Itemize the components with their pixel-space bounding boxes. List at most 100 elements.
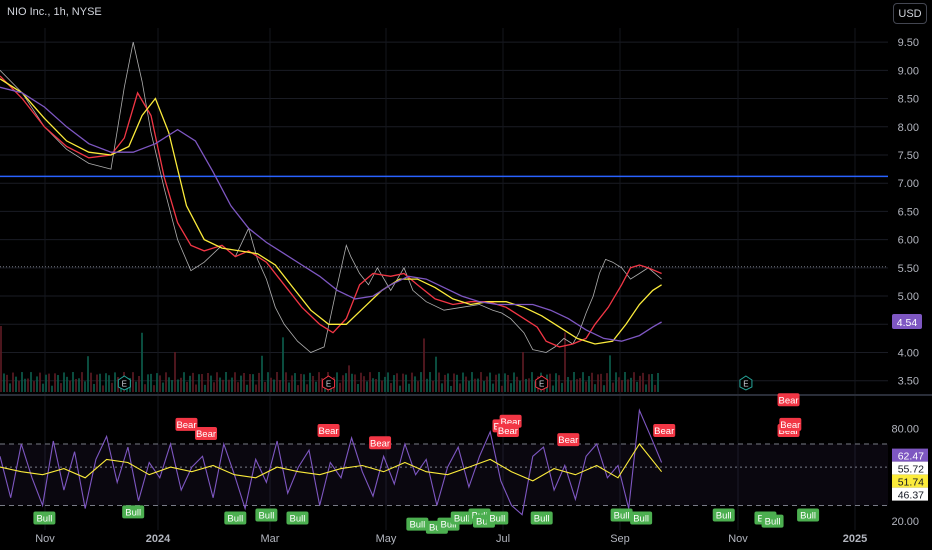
volume-bar: [423, 338, 425, 392]
currency-button[interactable]: USD: [893, 3, 927, 24]
signal-text: Bull: [765, 517, 781, 528]
volume-bar: [588, 376, 590, 392]
time-axis-tick: Jul: [496, 533, 510, 545]
signal-text: Bull: [290, 514, 306, 525]
rsi-value-text: 55.72: [898, 464, 924, 476]
volume-bar: [12, 372, 14, 392]
volume-bar: [216, 372, 218, 392]
volume-bar: [162, 382, 164, 392]
price-axis-tick: 3.50: [898, 376, 919, 388]
volume-bar: [102, 385, 104, 392]
volume-bar: [570, 380, 572, 392]
bear-signal-label: Bear: [369, 436, 392, 450]
signal-text: Bear: [654, 426, 674, 437]
bear-signal-label: Bear: [317, 423, 340, 437]
volume-bar: [474, 378, 476, 392]
volume-bar: [42, 383, 44, 392]
volume-bar: [393, 375, 395, 392]
volume-bar: [408, 383, 410, 392]
volume-bar: [504, 373, 506, 392]
signal-text: Bull: [258, 510, 274, 521]
volume-bar: [456, 374, 458, 392]
volume-bar: [645, 384, 647, 392]
rsi-axis-tick: 20.00: [891, 516, 919, 528]
volume-bar: [351, 373, 353, 392]
volume-bar: [252, 374, 254, 392]
volume-bar: [405, 374, 407, 392]
volume-bar: [444, 374, 446, 392]
volume-bar: [594, 384, 596, 392]
volume-bar: [225, 372, 227, 392]
volume-bar: [261, 355, 263, 392]
volume-bar: [246, 384, 248, 392]
volume-bar: [210, 375, 212, 392]
price-axis-tick: 7.00: [898, 178, 919, 190]
volume-bar: [531, 372, 533, 392]
volume-bar: [651, 373, 653, 392]
volume-bar: [234, 372, 236, 392]
volume-bar: [303, 374, 305, 392]
volume-bar: [309, 372, 311, 392]
bull-signal-label: Bull: [122, 505, 145, 519]
signal-text: Bull: [409, 520, 425, 531]
time-axis-tick: May: [376, 533, 397, 545]
price-axis-tick: 8.00: [898, 122, 919, 134]
volume-bar: [657, 373, 659, 392]
volume-bar: [654, 384, 656, 392]
volume-bar: [90, 372, 92, 392]
time-axis-tick: Mar: [261, 533, 280, 545]
volume-bar: [429, 372, 431, 392]
volume-bar: [591, 372, 593, 392]
signal-text: Bear: [779, 395, 799, 406]
signal-text: Bull: [716, 510, 732, 521]
volume-bar: [189, 375, 191, 392]
volume-bar: [315, 381, 317, 392]
earnings-marker-label: E: [122, 380, 127, 389]
price-last-value-text: 4.54: [897, 317, 918, 329]
volume-bar: [432, 380, 434, 392]
volume-bar: [6, 374, 8, 392]
volume-bar: [87, 356, 89, 392]
volume-bar: [243, 372, 245, 392]
volume-bar: [483, 381, 485, 392]
bear-signal-label: Bear: [777, 393, 800, 407]
chart-canvas[interactable]: E E E E 9.50 9.00 8.50 8.00 7.50 7.00 6.50 6.00 5.50…: [0, 0, 932, 550]
volume-bar: [468, 380, 470, 392]
volume-bar: [489, 372, 491, 392]
volume-bar: [258, 372, 260, 392]
volume-bar: [579, 378, 581, 392]
bear-signal-label: Bear: [175, 417, 198, 431]
volume-bar: [36, 376, 38, 392]
volume-bar: [312, 375, 314, 392]
volume-bar: [273, 379, 275, 392]
volume-bar: [567, 377, 569, 392]
volume-bar: [525, 378, 527, 392]
volume-bar: [519, 380, 521, 392]
volume-bar: [573, 372, 575, 392]
volume-bar: [78, 378, 80, 392]
bear-signal-label: Bear: [653, 423, 676, 437]
bear-signal-label: Bear: [557, 433, 580, 447]
volume-bar: [501, 385, 503, 392]
volume-bar: [369, 372, 371, 392]
earnings-marker-label: E: [326, 380, 331, 389]
volume-bar: [219, 377, 221, 392]
signal-text: Bear: [176, 420, 196, 431]
volume-bar: [45, 374, 47, 392]
signal-text: Bear: [370, 438, 390, 449]
volume-bar: [402, 373, 404, 392]
rsi-value-text: 51.74: [898, 477, 924, 489]
volume-bar: [426, 378, 428, 392]
volume-bar: [399, 385, 401, 392]
bull-signal-label: Bull: [406, 517, 429, 531]
volume-bar: [51, 385, 53, 392]
volume-bar: [192, 372, 194, 392]
time-axis-tick: Nov: [35, 533, 55, 545]
signal-text: Bear: [498, 426, 518, 437]
volume-bar: [141, 332, 143, 392]
volume-bar: [24, 378, 26, 392]
signal-text: Bull: [534, 514, 550, 525]
volume-bar: [375, 379, 377, 392]
bear-signal-label: Bear: [496, 423, 519, 437]
volume-bar: [621, 380, 623, 392]
